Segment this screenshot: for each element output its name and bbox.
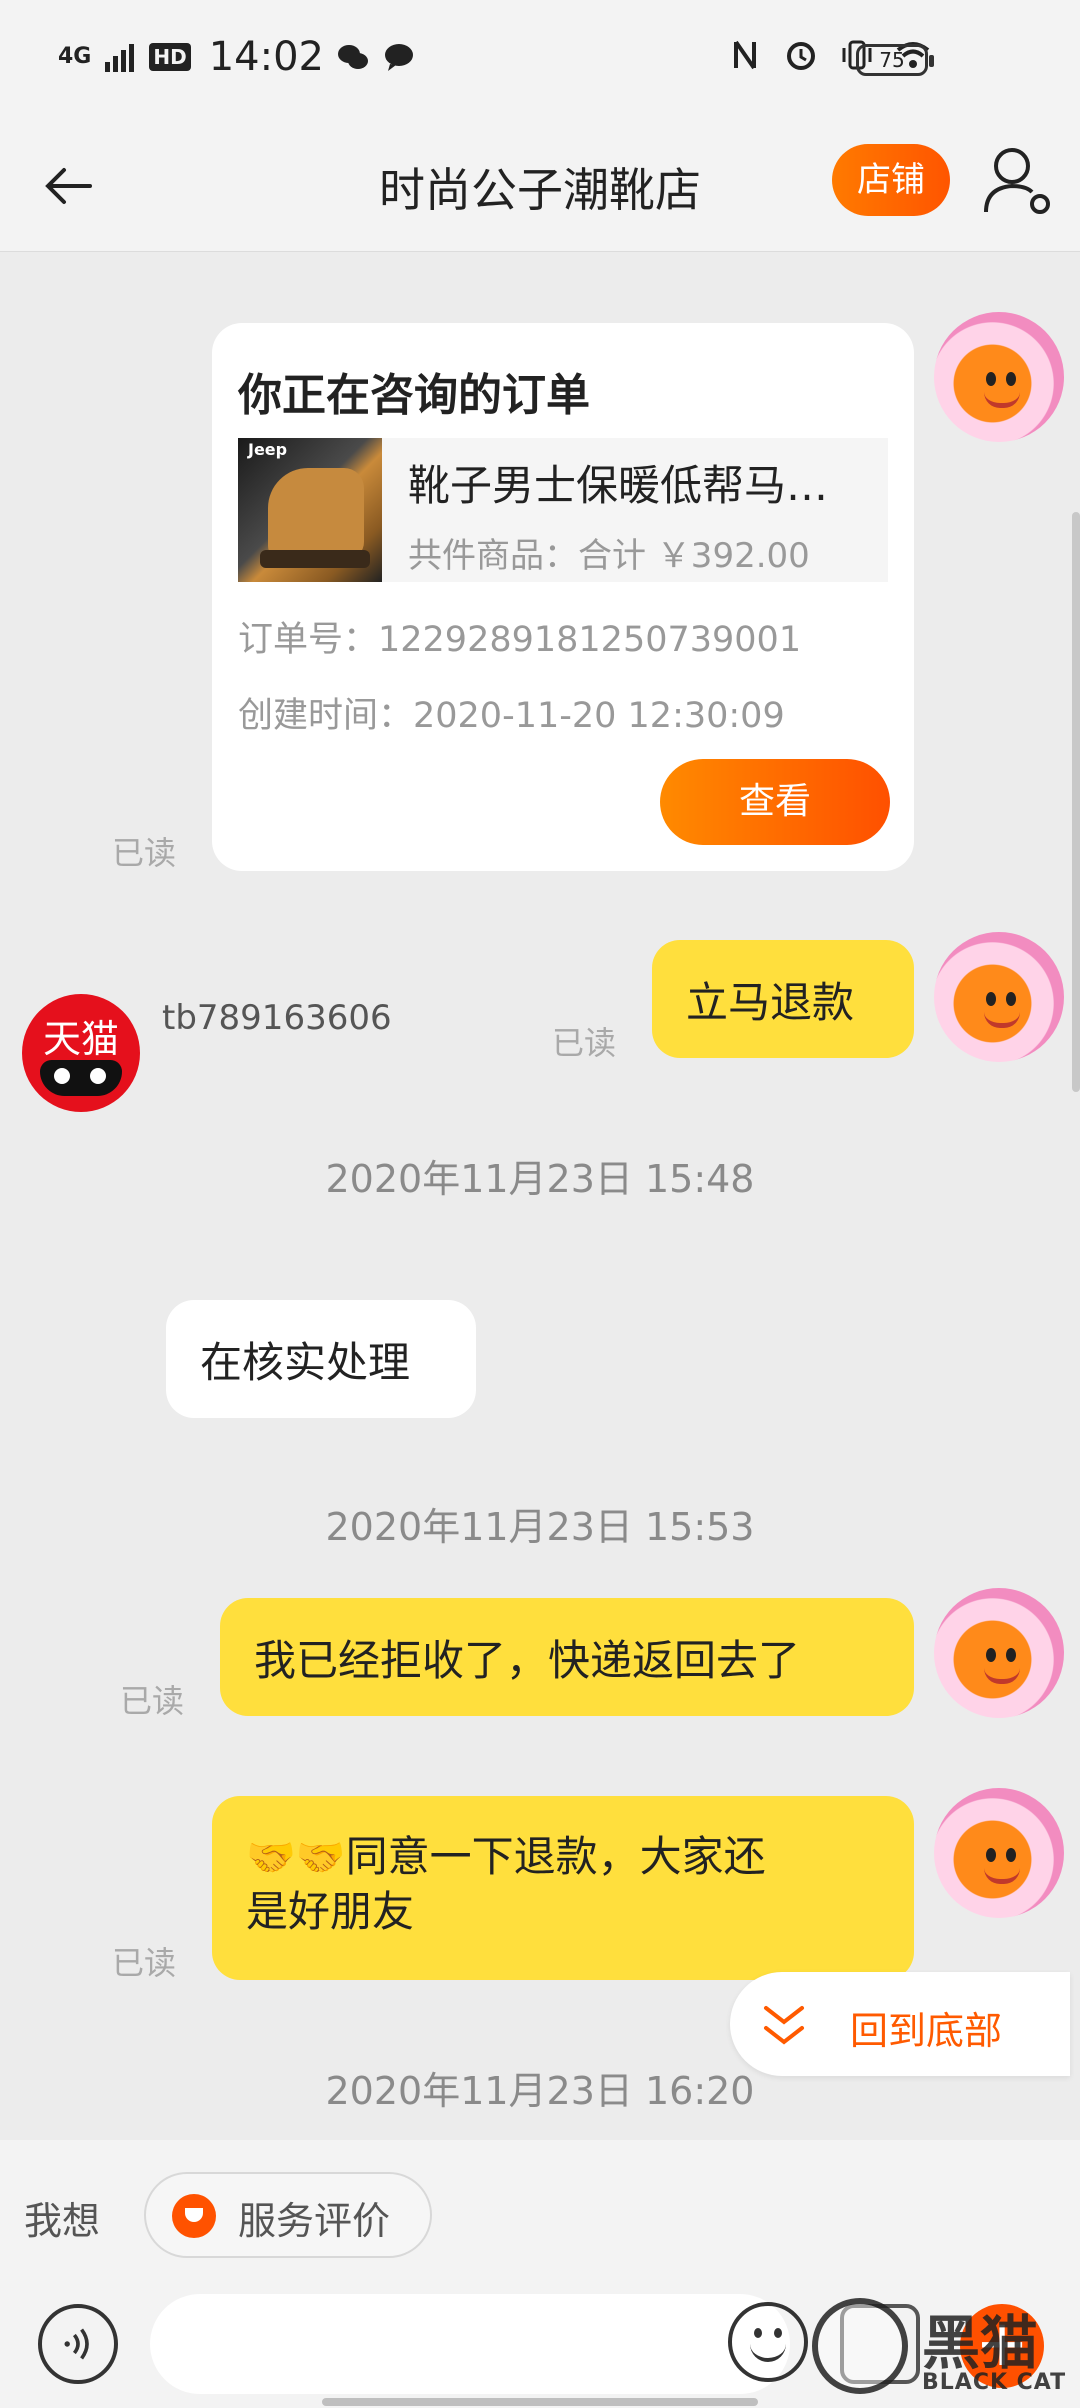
back-to-bottom-label: 回到底部 xyxy=(850,2009,1003,2053)
product-brand: Jeep xyxy=(248,440,288,459)
message-bubble-other[interactable]: 在核实处理 xyxy=(166,1300,476,1418)
order-card-title: 你正在咨询的订单 xyxy=(238,370,590,421)
watermark-text: 黑猫 xyxy=(922,2309,1039,2377)
avatar-mouth xyxy=(984,1868,1020,1884)
product-image[interactable]: Jeep xyxy=(238,438,382,582)
avatar-eye xyxy=(986,1848,996,1862)
quick-reply-bar: 我想 服务评价 xyxy=(0,2140,1080,2288)
view-order-button[interactable]: 查看 xyxy=(660,759,890,845)
avatar-eye xyxy=(986,372,996,386)
self-avatar[interactable] xyxy=(934,932,1064,1062)
avatar-mouth xyxy=(984,1012,1020,1028)
message-text: 在核实处理 xyxy=(200,1337,411,1387)
self-avatar[interactable] xyxy=(934,1788,1064,1918)
network-type: 4G xyxy=(58,44,92,69)
shop-button[interactable]: 店铺 xyxy=(832,144,950,216)
clock: 14:02 xyxy=(208,34,324,80)
self-avatar[interactable] xyxy=(934,312,1064,442)
service-review-chip[interactable]: 服务评价 xyxy=(144,2172,432,2258)
tmall-logo-text: 天猫 xyxy=(42,1017,119,1061)
avatar-eye xyxy=(1006,1848,1016,1862)
tmall-cat-icon xyxy=(40,1060,122,1096)
message-text: 同意一下退款，大家还 xyxy=(345,1832,766,1881)
review-icon xyxy=(172,2194,216,2238)
status-left: 4G HD 14:02 xyxy=(58,34,416,80)
message-text: 我已经拒收了，快递返回去了 xyxy=(254,1635,801,1685)
timestamp: 2020年11月23日 15:53 xyxy=(325,1505,755,1549)
boot-sole xyxy=(260,550,370,568)
avatar-eye xyxy=(1006,992,1016,1006)
timestamp: 2020年11月23日 15:48 xyxy=(325,1157,755,1201)
read-status: 已读 xyxy=(552,1024,617,1062)
battery-icon: 75 xyxy=(856,44,934,76)
avatar-eye xyxy=(1006,1648,1016,1662)
timestamp-partial xyxy=(0,228,1080,254)
signal-icon xyxy=(105,44,135,72)
product-total: 共件商品：合计 ￥392.00 xyxy=(408,536,810,576)
message-icon xyxy=(385,44,413,71)
order-card[interactable]: 你正在咨询的订单 Jeep 靴子男士保暖低帮马丁靴 共件商品：合计 ￥392.0… xyxy=(212,323,914,871)
product-name: 靴子男士保暖低帮马丁靴 xyxy=(408,461,868,510)
shop-avatar[interactable]: 天猫 xyxy=(22,994,140,1112)
avatar-mouth xyxy=(984,392,1020,408)
avatar-eye xyxy=(986,992,996,1006)
blackcat-watermark: 黑猫 BLACK CAT xyxy=(812,2296,1072,2400)
hd-badge: HD xyxy=(149,43,191,71)
handshake-icon: 🤝🤝 xyxy=(246,1835,346,1881)
timestamp: 2020年11月23日 16:20 xyxy=(325,2069,755,2113)
home-indicator[interactable] xyxy=(322,2398,758,2406)
blackcat-logo-icon xyxy=(812,2298,908,2394)
status-bar: 4G HD 14:02 75 xyxy=(0,0,1080,120)
chip-label: 服务评价 xyxy=(238,2199,391,2243)
message-bubble-self[interactable]: 🤝🤝同意一下退款，大家还 是好朋友 xyxy=(212,1796,914,1980)
avatar-eye xyxy=(1006,372,1016,386)
order-created-time: 创建时间：2020-11-20 12:30:09 xyxy=(238,696,785,736)
sender-name: tb789163606 xyxy=(162,998,392,1038)
scrollbar[interactable] xyxy=(1072,512,1080,1092)
message-line: 🤝🤝同意一下退款，大家还 xyxy=(246,1830,880,1885)
wechat-icon xyxy=(338,45,368,69)
avatar-eye xyxy=(986,1648,996,1662)
quick-reply-label: 我想 xyxy=(24,2199,101,2243)
order-number: 订单号：1229289181250739001 xyxy=(238,620,802,660)
self-avatar[interactable] xyxy=(934,1588,1064,1718)
watermark-subtext: BLACK CAT xyxy=(922,2370,1067,2395)
read-status: 已读 xyxy=(112,1944,177,1982)
chevron-down-icon xyxy=(764,2006,804,2045)
product-row[interactable]: Jeep 靴子男士保暖低帮马丁靴 共件商品：合计 ￥392.00 xyxy=(238,438,888,582)
message-bubble-self[interactable]: 立马退款 xyxy=(652,940,914,1058)
voice-icon[interactable] xyxy=(38,2304,118,2384)
boot-shape xyxy=(268,468,364,560)
user-settings-icon[interactable] xyxy=(982,142,1054,222)
read-status: 已读 xyxy=(120,1682,185,1720)
read-status: 已读 xyxy=(112,834,177,872)
message-line: 是好朋友 xyxy=(246,1887,415,1936)
emoji-icon[interactable] xyxy=(728,2302,808,2382)
message-text: 立马退款 xyxy=(686,977,855,1027)
message-bubble-self[interactable]: 我已经拒收了，快递返回去了 xyxy=(220,1598,914,1716)
avatar-mouth xyxy=(984,1668,1020,1684)
message-input[interactable] xyxy=(150,2294,790,2394)
alarm-icon xyxy=(787,42,815,70)
nfc-icon xyxy=(734,40,756,70)
